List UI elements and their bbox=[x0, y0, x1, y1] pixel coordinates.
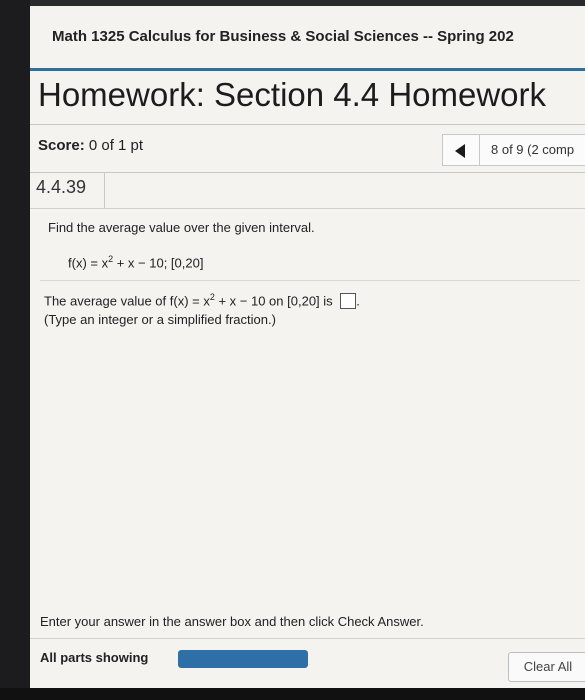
score-label: Score: bbox=[38, 137, 85, 154]
function-prefix: f(x) = x bbox=[68, 255, 109, 271]
answer-prefix: The average value of f(x) = x bbox=[44, 293, 210, 309]
pager-text: 8 of 9 (2 comp bbox=[491, 142, 575, 157]
answer-suffix: + x − 10 on [0,20] is bbox=[214, 293, 333, 309]
question-pager: 8 of 9 (2 comp bbox=[442, 134, 585, 166]
previous-question-icon[interactable] bbox=[455, 144, 465, 158]
divider bbox=[30, 124, 585, 125]
clear-all-button[interactable]: Clear All bbox=[508, 652, 585, 682]
parts-label: All parts showing bbox=[40, 650, 149, 665]
question-number: 4.4.39 bbox=[36, 177, 87, 197]
question-prompt: Find the average value over the given in… bbox=[48, 220, 315, 235]
device-bezel-left bbox=[0, 0, 30, 700]
parts-progress-bar bbox=[178, 650, 308, 668]
divider bbox=[40, 280, 580, 281]
answer-input[interactable] bbox=[340, 293, 357, 310]
homework-title: Homework: Section 4.4 Homework bbox=[38, 76, 547, 113]
answer-trailing: . bbox=[356, 293, 360, 309]
divider bbox=[30, 208, 585, 209]
header-divider bbox=[30, 68, 585, 71]
score-display: Score: 0 of 1 pt bbox=[38, 137, 143, 154]
divider bbox=[30, 172, 585, 173]
device-bezel-bottom bbox=[0, 688, 585, 700]
course-title: Math 1325 Calculus for Business & Social… bbox=[52, 28, 514, 45]
answer-hint: (Type an integer or a simplified fractio… bbox=[44, 312, 276, 327]
pager-divider bbox=[479, 135, 480, 165]
function-suffix: + x − 10; [0,20] bbox=[113, 255, 204, 271]
answer-statement: The average value of f(x) = x2 + x − 10 … bbox=[44, 292, 360, 310]
footer-instruction: Enter your answer in the answer box and … bbox=[40, 614, 424, 629]
score-value: 0 of 1 pt bbox=[88, 137, 144, 154]
browser-screen: Math 1325 Calculus for Business & Social… bbox=[30, 6, 585, 688]
function-expression: f(x) = x2 + x − 10; [0,20] bbox=[68, 254, 203, 270]
divider bbox=[30, 638, 585, 639]
progress-fill bbox=[178, 650, 308, 668]
